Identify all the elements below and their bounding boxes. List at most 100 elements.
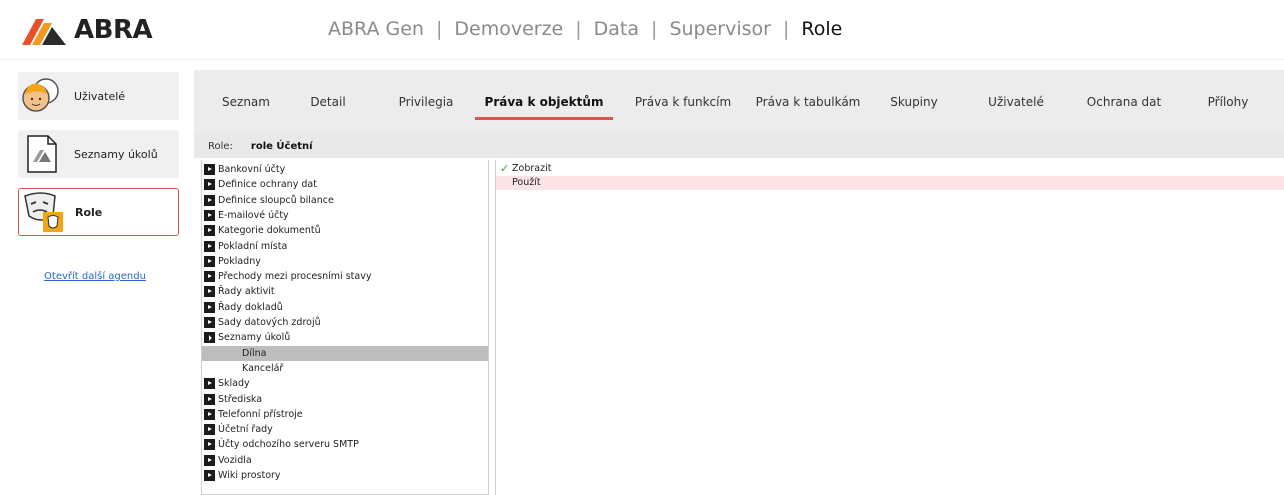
top-bar: ABRA ABRA Gen | Demoverze | Data | Super… (0, 0, 1284, 60)
tree-item-label: Dílna (242, 347, 267, 359)
tree-item[interactable]: E-mailové účty (202, 208, 488, 223)
right-label: Použít (512, 177, 541, 188)
tree-item[interactable]: Kategorie dokumentů (202, 223, 488, 238)
expand-arrow-icon[interactable] (204, 225, 215, 237)
expand-arrow-icon[interactable] (204, 439, 215, 451)
abra-logo-icon (22, 19, 66, 45)
tab-uzivatele[interactable]: Uživatelé (981, 70, 1051, 134)
tree-item-label: Sklady (218, 378, 250, 390)
abra-logo[interactable]: ABRA (22, 14, 153, 46)
role-header: Role: role Účetní (194, 134, 1284, 158)
tree-item[interactable]: Wiki prostory (202, 468, 488, 483)
tab-privilegia[interactable]: Privilegia (390, 70, 462, 134)
right-row[interactable]: ✓ Zobrazit (496, 162, 1284, 176)
logo-text: ABRA (74, 15, 153, 45)
theater-masks-icon (21, 190, 65, 234)
tab-prava-k-tabulkam[interactable]: Práva k tabulkám (744, 70, 872, 134)
tab-skupiny[interactable]: Skupiny (884, 70, 944, 134)
collapse-arrow-icon[interactable] (204, 332, 215, 344)
tree-item[interactable]: Přechody mezi procesními stavy (202, 269, 488, 284)
tree-item[interactable]: Řady aktivit (202, 284, 488, 299)
tree-item[interactable]: Sklady (202, 376, 488, 391)
expand-arrow-icon[interactable] (204, 286, 215, 298)
tree-item-label: Pokladny (218, 255, 261, 267)
tree-item[interactable]: Pokladní místa (202, 239, 488, 254)
tree-item[interactable]: Seznamy úkolů (202, 330, 488, 345)
tab-bar: Seznam Detail Privilegia Práva k objektů… (194, 70, 1284, 134)
tree-item[interactable]: Vozidla (202, 453, 488, 468)
tree-item[interactable]: Sady datových zdrojů (202, 315, 488, 330)
tree-item[interactable]: Střediska (202, 392, 488, 407)
tree-item[interactable]: Definice sloupců bilance (202, 193, 488, 208)
expand-arrow-icon[interactable] (204, 301, 215, 313)
expand-arrow-icon[interactable] (204, 240, 215, 252)
expand-arrow-icon[interactable] (204, 378, 215, 390)
tree-item[interactable]: Telefonní přístroje (202, 407, 488, 422)
tree-item-label: Pokladní místa (218, 240, 288, 252)
tree-item[interactable]: Bankovní účty (202, 162, 488, 177)
tree-item-label: Wiki prostory (218, 470, 281, 481)
expand-arrow-icon[interactable] (204, 194, 215, 206)
tab-ochrana-dat[interactable]: Ochrana dat (1076, 70, 1172, 134)
tree-item-label: Kategorie dokumentů (218, 225, 321, 237)
tree-child-item[interactable]: Dílna (202, 345, 488, 361)
tree-item-label: Seznamy úkolů (218, 332, 291, 344)
tree-item-label: Účetní řady (218, 424, 273, 436)
expand-arrow-icon[interactable] (204, 209, 215, 221)
right-row[interactable]: Použít (496, 176, 1284, 190)
object-tree: Bankovní účty Definice ochrany dat Definic… (201, 160, 489, 495)
rights-list: ✓ Zobrazit Použít (495, 160, 1284, 495)
tree-item-label: Vozidla (218, 454, 252, 466)
expand-arrow-icon[interactable] (204, 271, 215, 283)
open-more-agenda-link[interactable]: Otevřít další agendu (0, 271, 190, 282)
expand-arrow-icon[interactable] (204, 317, 215, 328)
tree-item-label: Řady aktivit (218, 286, 275, 298)
document-icon (20, 132, 64, 176)
tree-item[interactable]: Účetní řady (202, 422, 488, 437)
expand-arrow-icon[interactable] (204, 424, 215, 436)
right-label: Zobrazit (512, 163, 552, 174)
tab-prava-k-objektum[interactable]: Práva k objektům (475, 70, 613, 134)
breadcrumb-data[interactable]: Data (594, 18, 639, 40)
breadcrumb-separator: | (435, 18, 443, 40)
tree-item-label: Bankovní účty (218, 164, 286, 175)
tree-item[interactable]: Účty odchozího serveru SMTP (202, 437, 488, 452)
tree-item[interactable]: Řady dokladů (202, 300, 488, 315)
agenda-item-users[interactable]: Uživatelé (18, 72, 179, 120)
tab-prava-k-funkcim[interactable]: Práva k funkcím (627, 70, 739, 134)
tab-seznam[interactable]: Seznam (208, 70, 284, 134)
tree-item[interactable]: Definice ochrany dat (202, 177, 488, 192)
checkmark-icon: ✓ (500, 162, 510, 175)
expand-arrow-icon[interactable] (204, 393, 215, 405)
breadcrumb-demoverze[interactable]: Demoverze (454, 18, 563, 40)
role-value: role Účetní (250, 140, 313, 152)
agenda-item-role[interactable]: Role (18, 188, 179, 236)
tree-item-label: Definice ochrany dat (218, 179, 317, 191)
breadcrumb-supervisor[interactable]: Supervisor (669, 18, 771, 40)
tab-prilohy[interactable]: Přílohy (1196, 70, 1260, 134)
tree-item-label: Telefonní přístroje (218, 408, 303, 420)
breadcrumb-abra-gen[interactable]: ABRA Gen (328, 18, 424, 40)
agenda-item-label: Seznamy úkolů (74, 147, 158, 161)
tab-detail[interactable]: Detail (302, 70, 354, 134)
expand-arrow-icon[interactable] (204, 470, 215, 481)
breadcrumb: ABRA Gen | Demoverze | Data | Supervisor… (328, 18, 842, 40)
expand-arrow-icon[interactable] (204, 255, 215, 267)
agenda-item-task-lists[interactable]: Seznamy úkolů (18, 130, 179, 178)
tree-child-item[interactable]: Kancelář (202, 361, 488, 376)
main-panel: Seznam Detail Privilegia Práva k objektů… (194, 70, 1284, 495)
role-label: Role: (208, 140, 233, 152)
breadcrumb-separator: | (575, 18, 582, 40)
agenda-item-label: Uživatelé (74, 89, 126, 103)
expand-arrow-icon[interactable] (204, 454, 215, 466)
tree-item-label: Účty odchozího serveru SMTP (218, 439, 359, 451)
tree-item-label: Kancelář (242, 362, 284, 374)
users-icon (20, 74, 64, 118)
tree-item[interactable]: Pokladny (202, 254, 488, 269)
breadcrumb-role: Role (801, 18, 843, 40)
tree-item-label: Střediska (218, 393, 263, 405)
expand-arrow-icon[interactable] (204, 164, 215, 175)
expand-arrow-icon[interactable] (204, 408, 215, 420)
tree-item-label: E-mailové účty (218, 209, 289, 221)
expand-arrow-icon[interactable] (204, 179, 215, 191)
